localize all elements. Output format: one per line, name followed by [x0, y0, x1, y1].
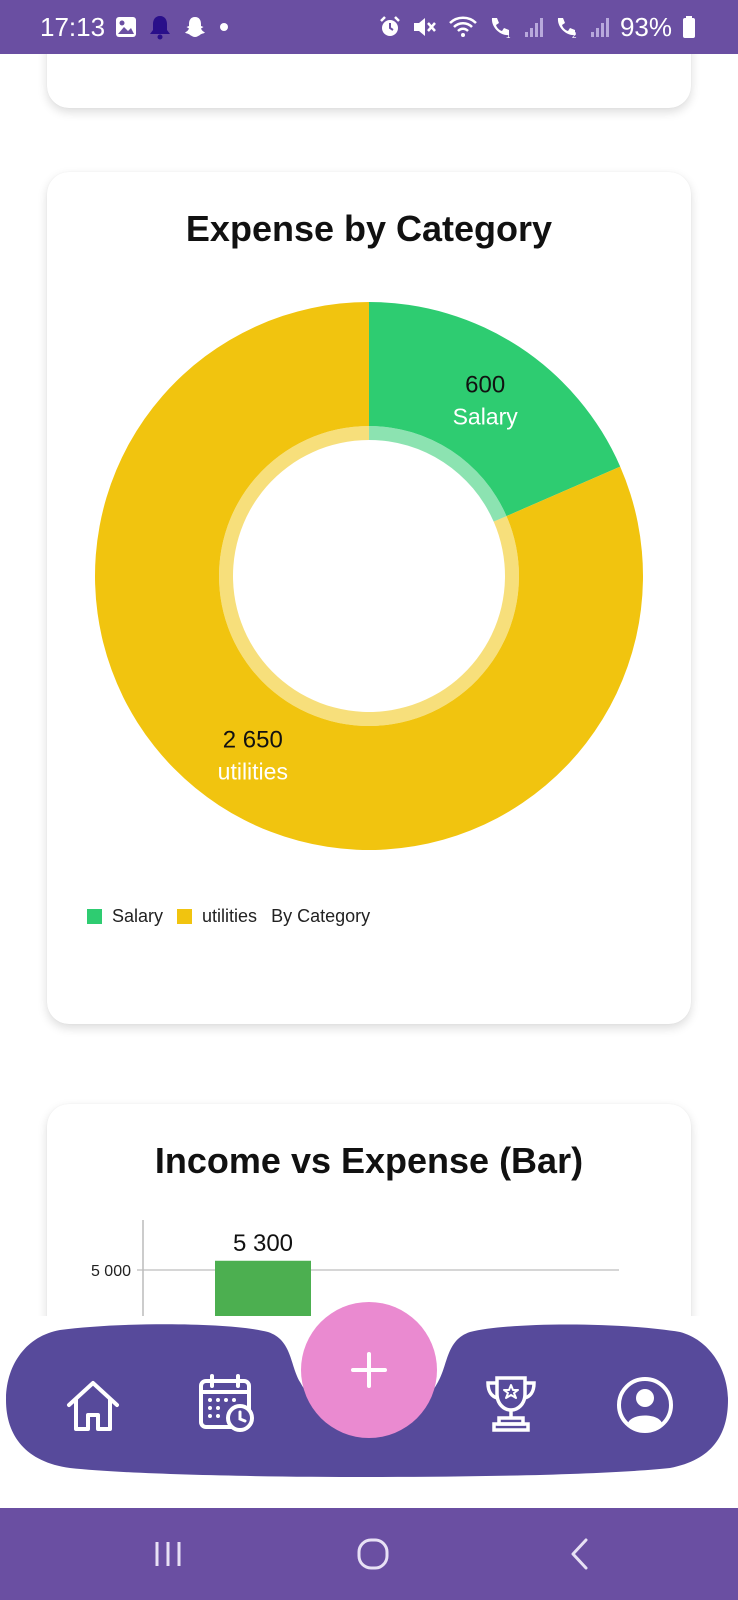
- legend-item-utilities[interactable]: utilities: [177, 906, 257, 927]
- legend-label: By Category: [271, 906, 371, 926]
- back-button[interactable]: [553, 1526, 609, 1582]
- home-circle-icon: [357, 1538, 389, 1570]
- back-icon: [571, 1538, 588, 1570]
- income-vs-expense-card: Income vs Expense (Bar) 5 000 5 300: [47, 1104, 691, 1316]
- y-tick-label: 5 000: [91, 1263, 131, 1280]
- battery-percent: 93%: [619, 11, 672, 42]
- slice-value-label: 600: [465, 372, 505, 399]
- plus-icon: [351, 1352, 387, 1388]
- mute-icon: [412, 15, 438, 39]
- notification-bell-icon: [147, 14, 173, 40]
- status-bar: 17:13 1 2 93%: [0, 0, 738, 54]
- system-navigation-bar: [0, 1508, 738, 1600]
- expense-by-category-card: Expense by Category 600 Salary 2 650 utilit…: [47, 172, 691, 1024]
- bar-value-label: 5 300: [233, 1230, 293, 1257]
- home-icon: [67, 1381, 119, 1431]
- slice-category-label: Salary: [453, 404, 519, 430]
- svg-text:2: 2: [572, 31, 577, 39]
- status-bar-right: 1 2 93%: [378, 12, 696, 43]
- signal-1-icon: [524, 16, 544, 38]
- nav-home-button[interactable]: [60, 1372, 126, 1438]
- status-bar-left: 17:13: [40, 12, 231, 43]
- calendar-clock-icon: [199, 1374, 254, 1432]
- card-title: Income vs Expense (Bar): [154, 1140, 584, 1181]
- card-title: Expense by Category: [185, 208, 553, 249]
- trophy-icon: [486, 1376, 536, 1432]
- volte-call-2-icon: 2: [554, 15, 580, 39]
- wifi-icon: [448, 15, 478, 39]
- slice-value-label: 2 650: [223, 726, 283, 753]
- status-time: 17:13: [40, 11, 106, 42]
- add-transaction-button[interactable]: [301, 1302, 437, 1438]
- profile-icon: [617, 1377, 673, 1433]
- slice-category-label: utilities: [218, 758, 288, 784]
- donut-chart[interactable]: 600 Salary 2 650 utilities: [89, 296, 649, 856]
- battery-icon: [682, 15, 696, 39]
- volte-call-1-icon: 1: [488, 15, 514, 39]
- legend-swatch: [177, 909, 193, 924]
- bar-income[interactable]: [215, 1260, 311, 1316]
- legend-item-by-category: By Category: [271, 906, 370, 927]
- bar-chart[interactable]: 5 000 5 300: [47, 1204, 691, 1316]
- chart-legend: Salary utilities By Category: [87, 906, 384, 927]
- legend-swatch: [87, 909, 102, 924]
- nav-calendar-button[interactable]: [194, 1370, 260, 1436]
- dot-icon: [217, 20, 231, 34]
- alarm-icon: [378, 15, 402, 39]
- legend-label: utilities: [202, 906, 258, 926]
- nav-profile-button[interactable]: [612, 1372, 678, 1438]
- recents-button[interactable]: [140, 1526, 196, 1582]
- svg-text:1: 1: [506, 31, 511, 39]
- gallery-icon: [115, 16, 137, 38]
- previous-card: [47, 54, 691, 108]
- snapchat-ghost-icon: [183, 15, 207, 39]
- signal-2-icon: [590, 16, 610, 38]
- legend-label: Salary: [112, 906, 164, 926]
- dashboard-content[interactable]: Expense by Category 600 Salary 2 650 utilit…: [0, 54, 738, 1316]
- system-home-button[interactable]: [345, 1526, 401, 1582]
- recents-icon: [155, 1542, 181, 1566]
- legend-item-salary[interactable]: Salary: [87, 906, 163, 927]
- nav-achievements-button[interactable]: [478, 1370, 544, 1436]
